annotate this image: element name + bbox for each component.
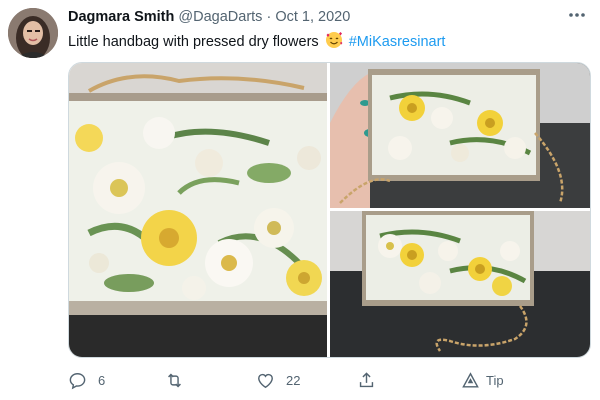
action-bar: 6 22 Tip (68, 368, 588, 392)
tip-label: Tip (486, 372, 504, 388)
photo-handbag-closeup[interactable] (69, 63, 327, 357)
author-name[interactable]: Dagmara Smith (68, 9, 174, 25)
reply-icon (69, 372, 86, 389)
share-icon (359, 371, 374, 387)
hashtag-link[interactable]: #MiKasresinart (349, 34, 446, 50)
retweet-button[interactable] (165, 368, 195, 392)
retweet-icon (168, 373, 181, 387)
author-handle[interactable]: @DagaDarts (178, 9, 262, 25)
tip-button[interactable]: Tip (461, 368, 504, 392)
tweet-text: Little handbag with pressed dry flowers … (68, 31, 445, 55)
avatar-photo (8, 8, 58, 58)
more-options-icon[interactable] (566, 6, 588, 24)
photo-handbag-on-table[interactable] (330, 211, 590, 357)
like-count: 22 (286, 372, 301, 388)
tip-icon (462, 371, 479, 388)
reply-count: 6 (98, 372, 106, 388)
tweet-header: Dagmara Smith @DagaDarts · Oct 1, 2020 (68, 8, 588, 26)
share-button[interactable] (357, 368, 376, 392)
tweet-date[interactable]: Oct 1, 2020 (275, 9, 350, 25)
like-button[interactable]: 22 (256, 368, 300, 392)
media-grid (68, 62, 591, 358)
separator: · (266, 9, 272, 25)
heart-icon (258, 373, 273, 388)
tweet-body: Little handbag with pressed dry flowers (68, 34, 319, 50)
reply-button[interactable]: 6 (68, 368, 105, 392)
avatar[interactable] (8, 8, 58, 58)
photo-handbag-in-hand[interactable] (330, 63, 590, 208)
smiling-face-with-hearts-icon (325, 31, 343, 55)
